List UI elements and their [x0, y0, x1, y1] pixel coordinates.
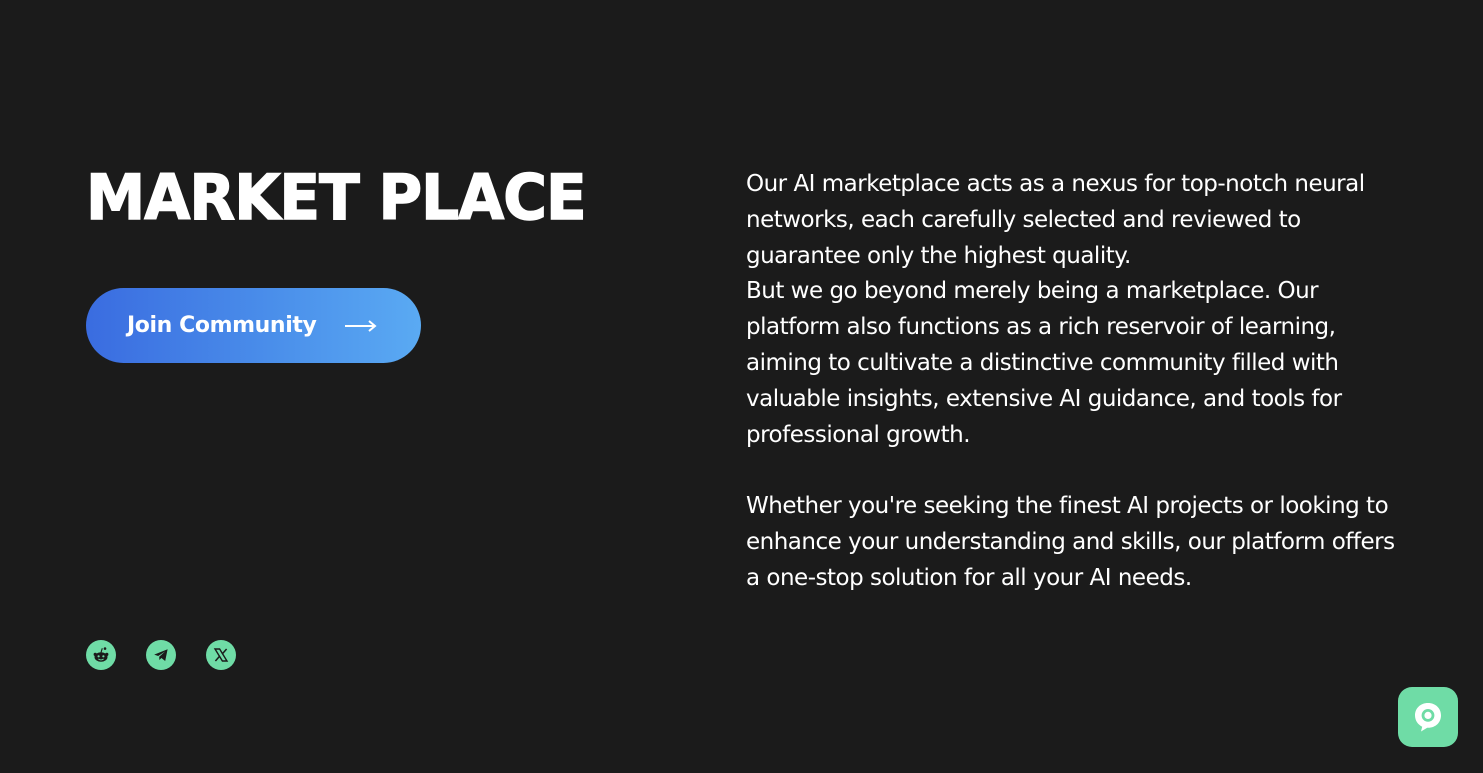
telegram-icon: [154, 649, 168, 661]
description-paragraph-2: Whether you're seeking the finest AI pro…: [746, 493, 1395, 591]
join-community-button[interactable]: Join Community: [86, 288, 421, 363]
x-link[interactable]: [206, 640, 236, 670]
description: Our AI marketplace acts as a nexus for t…: [746, 167, 1406, 597]
chat-widget-button[interactable]: [1398, 687, 1458, 747]
telegram-link[interactable]: [146, 640, 176, 670]
page: MARKET PLACE Join Community Our AI marke…: [0, 0, 1483, 773]
x-icon: [213, 648, 229, 662]
description-paragraph-1: Our AI marketplace acts as a nexus for t…: [746, 167, 1406, 453]
join-community-label: Join Community: [127, 313, 317, 338]
social-links: [86, 640, 236, 670]
page-title: MARKET PLACE: [85, 161, 587, 235]
description-sentence-2: But we go beyond merely being a marketpl…: [746, 278, 1342, 448]
chat-bubble-icon: [1415, 703, 1441, 732]
arrow-right-icon: [345, 319, 377, 332]
reddit-link[interactable]: [86, 640, 116, 670]
description-sentence-1: Our AI marketplace acts as a nexus for t…: [746, 171, 1365, 269]
reddit-icon: [93, 647, 109, 662]
